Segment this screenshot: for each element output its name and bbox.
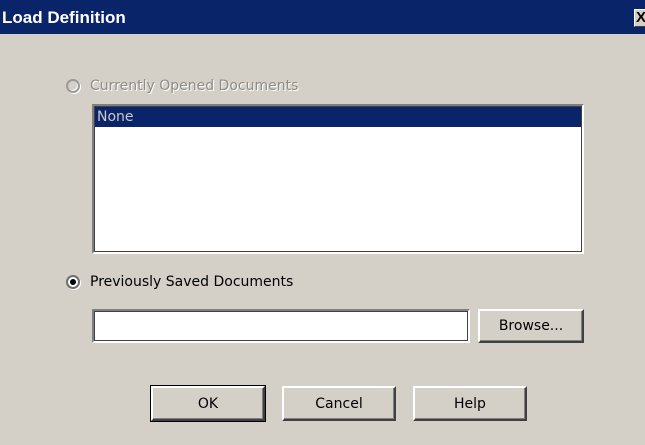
- ok-button[interactable]: OK: [150, 385, 266, 422]
- document-path-input[interactable]: [92, 309, 470, 343]
- list-item: None: [95, 107, 581, 127]
- load-definition-dialog: Load Definition X Currently Opened Docum…: [0, 0, 645, 445]
- opened-documents-list: None: [92, 104, 584, 254]
- close-icon: X: [636, 9, 645, 26]
- currently-opened-label: Currently Opened Documents: [90, 78, 299, 94]
- help-button[interactable]: Help: [413, 386, 527, 421]
- previously-saved-label[interactable]: Previously Saved Documents: [90, 274, 293, 290]
- previously-saved-radio[interactable]: [66, 275, 80, 289]
- radio-selected-dot: [70, 279, 76, 285]
- browse-button[interactable]: Browse...: [478, 309, 584, 343]
- currently-opened-radio: [66, 79, 80, 93]
- close-button[interactable]: X: [634, 9, 645, 27]
- window-title: Load Definition: [2, 8, 126, 27]
- cancel-button[interactable]: Cancel: [282, 386, 396, 421]
- title-bar[interactable]: Load Definition X: [0, 0, 645, 34]
- currently-opened-option: Currently Opened Documents: [66, 76, 298, 96]
- previously-saved-option[interactable]: Previously Saved Documents: [66, 272, 293, 292]
